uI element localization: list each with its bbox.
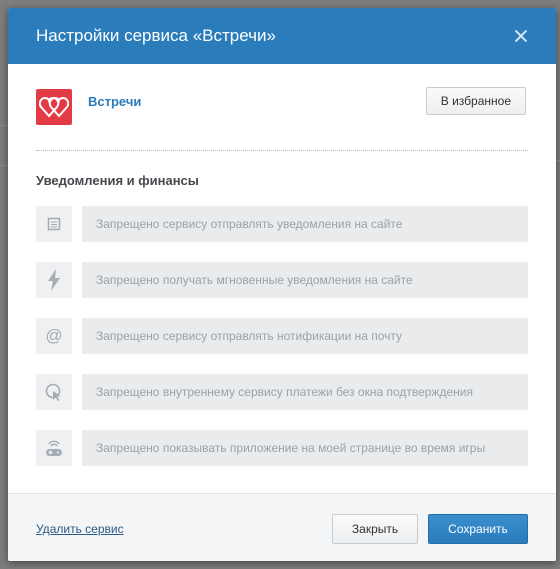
payment-cursor-icon (36, 374, 72, 410)
save-button[interactable]: Сохранить (428, 514, 528, 544)
gamepad-icon (36, 430, 72, 466)
permission-label: Запрещено получать мгновенные уведомлени… (82, 262, 528, 298)
remove-service-link[interactable]: Удалить сервис (36, 522, 124, 536)
permission-row[interactable]: Запрещено сервису отправлять уведомления… (36, 206, 528, 242)
background-divider (0, 125, 8, 126)
dialog-title: Настройки сервиса «Встречи» (36, 26, 276, 45)
dialog-body: Встречи В избранное Уведомления и финанс… (8, 64, 556, 466)
close-button[interactable]: Закрыть (332, 514, 418, 544)
divider (36, 150, 528, 151)
add-to-favorites-button[interactable]: В избранное (425, 87, 526, 115)
permission-label: Запрещено сервису отправлять нотификации… (82, 318, 528, 354)
permission-label: Запрещено внутреннему сервису платежи бе… (82, 374, 528, 410)
app-row: Встречи В избранное (36, 64, 528, 150)
permission-row[interactable]: Запрещено показывать приложение на моей … (36, 430, 528, 466)
section-title: Уведомления и финансы (36, 173, 199, 188)
document-icon (36, 206, 72, 242)
dialog-header: Настройки сервиса «Встречи» (8, 8, 556, 64)
dialog-footer: Удалить сервис Закрыть Сохранить (8, 493, 556, 561)
at-icon: @ (36, 318, 72, 354)
permission-label: Запрещено сервису отправлять уведомления… (82, 206, 528, 242)
permission-row[interactable]: Запрещено внутреннему сервису платежи бе… (36, 374, 528, 410)
permission-row[interactable]: Запрещено получать мгновенные уведомлени… (36, 262, 528, 298)
service-settings-dialog: Настройки сервиса «Встречи» Встречи В из… (8, 8, 556, 561)
app-name[interactable]: Встречи (88, 94, 141, 109)
two-hearts-icon (36, 89, 72, 125)
lightning-icon (36, 262, 72, 298)
background-divider (0, 165, 8, 166)
permission-label: Запрещено показывать приложение на моей … (82, 430, 528, 466)
close-icon[interactable] (514, 29, 528, 43)
permission-row[interactable]: @ Запрещено сервису отправлять нотификац… (36, 318, 528, 354)
